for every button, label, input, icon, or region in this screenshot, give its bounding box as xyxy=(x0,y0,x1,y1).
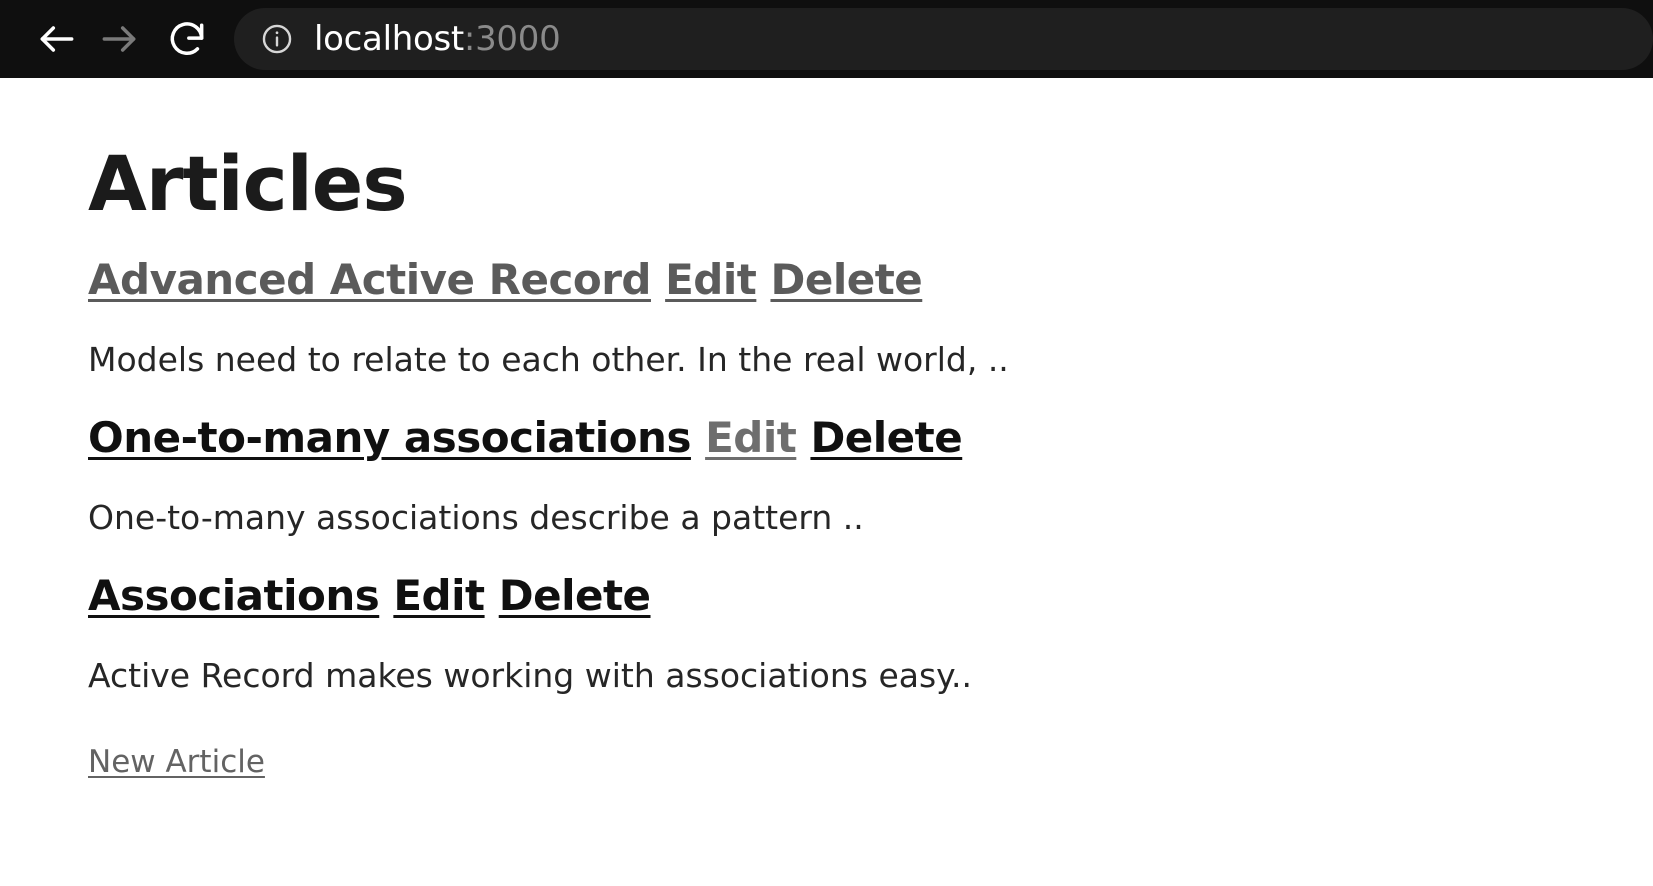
page-content: Articles Advanced Active Record Edit Del… xyxy=(0,78,1653,780)
article-heading: Advanced Active Record Edit Delete xyxy=(88,222,1653,304)
article-item: Advanced Active Record Edit Delete Model… xyxy=(88,222,1653,380)
arrow-left-icon xyxy=(35,17,79,61)
reload-button[interactable] xyxy=(156,8,218,70)
edit-link[interactable]: Edit xyxy=(705,413,797,462)
article-heading: One-to-many associations Edit Delete xyxy=(88,380,1653,462)
new-article-link[interactable]: New Article xyxy=(88,744,265,780)
delete-link[interactable]: Delete xyxy=(810,413,962,462)
delete-link[interactable]: Delete xyxy=(499,571,651,620)
address-bar[interactable]: localhost:3000 xyxy=(234,8,1653,70)
edit-link[interactable]: Edit xyxy=(393,571,485,620)
delete-link[interactable]: Delete xyxy=(770,255,922,304)
new-article-section: New Article xyxy=(88,696,1653,780)
forward-button[interactable] xyxy=(88,8,150,70)
article-item: One-to-many associations Edit Delete One… xyxy=(88,380,1653,538)
back-button[interactable] xyxy=(26,8,88,70)
article-title-link[interactable]: One-to-many associations xyxy=(88,413,691,462)
browser-chrome: localhost:3000 xyxy=(0,0,1653,78)
article-body: Models need to relate to each other. In … xyxy=(88,340,1009,380)
url-port: :3000 xyxy=(463,19,561,59)
info-circle-icon[interactable] xyxy=(260,22,294,56)
article-heading: Associations Edit Delete xyxy=(88,538,1653,620)
page-title: Articles xyxy=(88,139,408,228)
article-body: Active Record makes working with associa… xyxy=(88,656,972,696)
article-title-link[interactable]: Associations xyxy=(88,571,380,620)
reload-icon xyxy=(165,17,209,61)
url-host: localhost xyxy=(314,19,464,59)
article-item: Associations Edit Delete Active Record m… xyxy=(88,538,1653,696)
edit-link[interactable]: Edit xyxy=(665,255,757,304)
address-bar-text: localhost:3000 xyxy=(314,19,561,59)
article-body: One-to-many associations describe a patt… xyxy=(88,498,864,538)
article-title-link[interactable]: Advanced Active Record xyxy=(88,255,651,304)
arrow-right-icon xyxy=(97,17,141,61)
